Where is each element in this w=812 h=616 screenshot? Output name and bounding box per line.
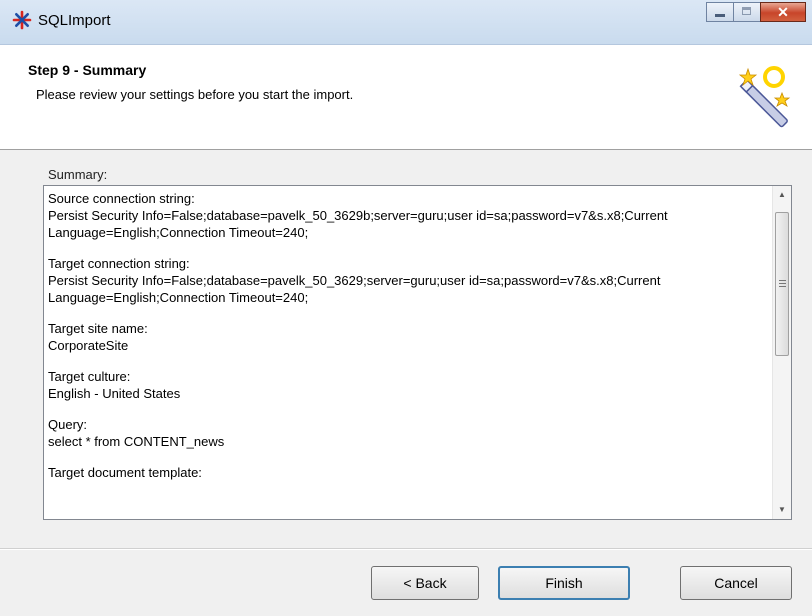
maximize-icon — [742, 7, 751, 15]
summary-section: Query: select * from CONTENT_news — [48, 416, 766, 450]
section-line: Language=English;Connection Timeout=240; — [48, 290, 309, 305]
minimize-icon — [715, 14, 725, 17]
scroll-up-arrow-icon[interactable]: ▲ — [773, 186, 791, 204]
summary-section: Target culture: English - United States — [48, 368, 766, 402]
cancel-button[interactable]: Cancel — [680, 566, 792, 600]
section-heading: Target document template: — [48, 465, 202, 480]
scrollbar-thumb[interactable] — [775, 212, 789, 356]
grip-line — [779, 283, 786, 284]
minimize-button[interactable] — [706, 2, 734, 22]
section-heading: Target connection string: — [48, 256, 190, 271]
finish-button[interactable]: Finish — [498, 566, 630, 600]
summary-section: Target connection string: Persist Securi… — [48, 255, 766, 306]
sqlimport-window: SQLImport ✕ Step 9 - Summary Please revi… — [0, 0, 812, 616]
summary-section: Target site name: CorporateSite — [48, 320, 766, 354]
section-line: Persist Security Info=False;database=pav… — [48, 208, 668, 223]
section-line: English - United States — [48, 386, 181, 401]
step-title: Step 9 - Summary — [28, 62, 147, 78]
section-heading: Query: — [48, 417, 88, 432]
grip-line — [779, 286, 786, 287]
summary-section: Target document template: — [48, 464, 766, 481]
section-line: select * from CONTENT_news — [48, 434, 225, 449]
section-heading: Target culture: — [48, 369, 131, 384]
window-title: SQLImport — [38, 12, 111, 29]
back-button[interactable]: < Back — [371, 566, 479, 600]
section-line: Persist Security Info=False;database=pav… — [48, 273, 661, 288]
summary-content: Source connection string: Persist Securi… — [48, 190, 766, 495]
summary-label: Summary: — [48, 167, 108, 182]
magic-wand-icon — [738, 66, 791, 128]
section-heading: Source connection string: — [48, 191, 195, 206]
window-controls: ✕ — [706, 2, 806, 22]
summary-textbox[interactable]: Source connection string: Persist Securi… — [43, 185, 792, 520]
summary-section: Source connection string: Persist Securi… — [48, 190, 766, 241]
maximize-button — [733, 2, 761, 22]
close-button[interactable]: ✕ — [760, 2, 806, 22]
grip-line — [779, 280, 786, 281]
title-bar[interactable]: SQLImport ✕ — [0, 0, 812, 45]
close-icon: ✕ — [777, 4, 789, 20]
scroll-down-arrow-icon[interactable]: ▼ — [773, 501, 791, 519]
vertical-scrollbar[interactable]: ▲ ▼ — [772, 186, 791, 519]
step-description: Please review your settings before you s… — [36, 87, 354, 102]
app-icon — [12, 10, 32, 30]
section-heading: Target site name: — [48, 321, 148, 336]
footer-separator — [0, 548, 812, 550]
section-line: CorporateSite — [48, 338, 129, 353]
wizard-header: Step 9 - Summary Please review your sett… — [0, 45, 812, 150]
section-line: Language=English;Connection Timeout=240; — [48, 225, 309, 240]
